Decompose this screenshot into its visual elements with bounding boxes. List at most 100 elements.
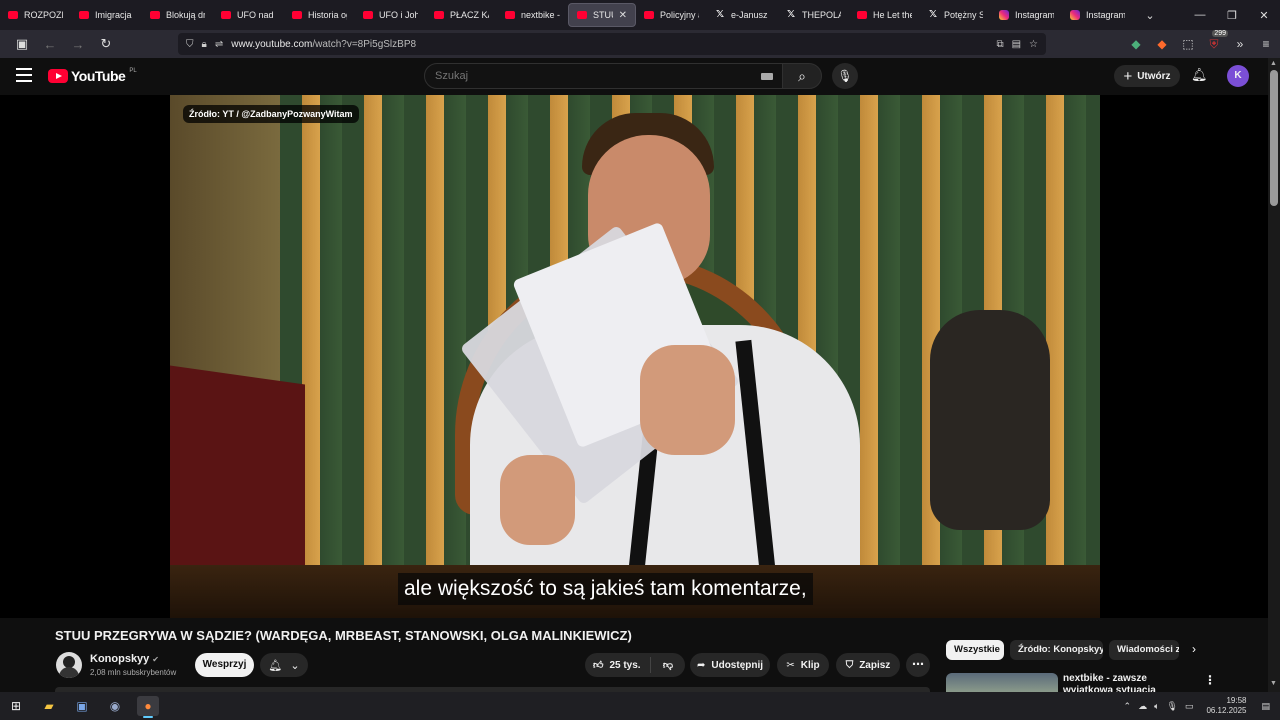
browser-tab[interactable]: 𝕏e-Janusz Ch (707, 0, 778, 30)
browser-tab[interactable]: UFO i John (355, 0, 426, 30)
account-avatar[interactable]: K (1227, 65, 1249, 87)
voice-search-button[interactable]: 🎙︎ (832, 63, 858, 89)
search-box[interactable] (424, 63, 784, 89)
like-dislike-group: 👍︎ 25 tys. 👎︎ (585, 653, 685, 677)
clock-date: 06.12.2025 (1206, 706, 1247, 715)
eagle-statue (930, 310, 1050, 530)
windows-start-icon[interactable]: ⊞ (5, 696, 27, 716)
create-label: Utwórz (1137, 70, 1171, 82)
fox-extension-icon[interactable]: ◆ (1154, 37, 1170, 51)
minimize-icon[interactable]: — (1184, 9, 1216, 21)
firefox-icon[interactable]: ● (137, 696, 159, 718)
microphone-tray-icon[interactable]: 🎙︎ (1166, 701, 1177, 712)
browser-tab[interactable]: PŁACZ KASI (426, 0, 497, 30)
tab-list-chevron-icon[interactable]: ⌄ (1134, 9, 1166, 22)
x-icon: 𝕏 (715, 9, 725, 20)
recommendation-title[interactable]: nextbike - zawsze wyjątkowa sytuacja (1063, 673, 1193, 692)
share-button[interactable]: ➦ Udostępnij (690, 653, 770, 677)
save-button[interactable]: ⛉ Zapisz (836, 653, 900, 677)
menu-icon[interactable] (16, 68, 32, 82)
save-label: Zapisz (859, 659, 891, 671)
logo-text: YouTube (71, 68, 126, 84)
dislike-button[interactable]: 👎︎ (651, 659, 685, 671)
sidebar-toggle-icon[interactable]: ▣ (10, 36, 34, 52)
reader-view-icon[interactable]: ▤ (1012, 39, 1021, 50)
back-icon[interactable]: ← (38, 37, 62, 52)
notifications-center-icon[interactable]: ▤ (1261, 701, 1270, 712)
tab-label: Historia ogl (308, 10, 347, 20)
scrollbar-thumb[interactable] (1270, 70, 1278, 206)
tab-label: UFO nad W (237, 10, 276, 20)
browser-tab[interactable]: Imigracja w (71, 0, 142, 30)
browser-tab[interactable]: Instagram (1062, 0, 1133, 30)
url-bar[interactable]: ⛉ 🔒︎ ⇌ www.youtube.com/watch?v=8Pi5gSlzB… (178, 33, 1046, 55)
video-player[interactable]: Źródło: YT / @ZadbanyPozwanyWitam ale wi… (0, 95, 1268, 618)
share-icon: ➦ (696, 659, 706, 671)
more-actions-button[interactable]: ⋯ (906, 653, 930, 677)
browser-tab[interactable]: Blokują dro (142, 0, 213, 30)
chip-news[interactable]: Wiadomości z (1109, 640, 1179, 660)
ublock-extension-icon[interactable]: ⛨ 299 (1206, 29, 1228, 52)
search-icon: ⌕ (798, 68, 806, 84)
browser-tab[interactable]: Historia ogl (284, 0, 355, 30)
chip-source[interactable]: Źródło: Konopskyy (1010, 640, 1103, 660)
search-input[interactable] (435, 70, 761, 82)
reload-icon[interactable]: ↻ (94, 36, 118, 52)
recommendation-thumbnail[interactable] (946, 673, 1058, 692)
browser-tab[interactable]: ROZPOZNA (0, 0, 71, 30)
overflow-chevron-icon[interactable]: » (1232, 37, 1248, 51)
channel-name[interactable]: Konopskyy ✔ (90, 653, 159, 665)
channel-avatar[interactable] (56, 652, 82, 678)
clock[interactable]: 19:58 06.12.2025 (1206, 696, 1246, 716)
onedrive-icon[interactable]: ☁ (1138, 701, 1147, 712)
picture-in-picture-icon[interactable]: ⧉ (996, 39, 1003, 50)
browser-tab[interactable]: He Let the I (849, 0, 920, 30)
create-button[interactable]: + Utwórz (1114, 65, 1180, 87)
remote-desktop-icon[interactable]: ▣ (71, 696, 93, 716)
browser-tab[interactable]: UFO nad W (213, 0, 284, 30)
clip-button[interactable]: ✂ Klip (777, 653, 829, 677)
file-explorer-icon[interactable]: ▰ (38, 696, 60, 716)
tab-label: Policyjny ag (660, 10, 699, 20)
network-icon[interactable]: ▭ (1185, 701, 1194, 712)
tray-overflow-icon[interactable]: ⌃ (1124, 701, 1132, 712)
support-button[interactable]: Wesprzyj (195, 653, 254, 677)
browser-tab[interactable]: nextbike - z (497, 0, 568, 30)
steam-icon[interactable]: ◉ (104, 696, 126, 716)
notifications-bell-icon[interactable]: 🔔︎ (1191, 67, 1208, 83)
tab-label: e-Janusz Ch (731, 10, 770, 20)
volume-icon[interactable]: 🔈︎ (1154, 701, 1159, 712)
video-frame[interactable]: Źródło: YT / @ZadbanyPozwanyWitam ale wi… (170, 95, 1100, 618)
page-scrollbar[interactable]: ▲ ▼ (1268, 58, 1280, 692)
search-button[interactable]: ⌕ (782, 63, 822, 89)
lock-icon[interactable]: 🔒︎ (202, 39, 207, 50)
browser-tab[interactable]: STUU PR ✕ (568, 3, 636, 27)
browser-tab[interactable]: 𝕏 THEPOLAN (778, 0, 849, 30)
extensions-puzzle-icon[interactable]: ⬚ (1180, 37, 1196, 51)
browser-tab[interactable]: Instagram (991, 0, 1062, 30)
permissions-icon[interactable]: ⇌ (215, 39, 223, 50)
forward-icon[interactable]: → (66, 37, 90, 52)
browser-tab[interactable]: 𝕏 Potężny Set (920, 0, 991, 30)
like-button[interactable]: 👍︎ 25 tys. (585, 657, 651, 673)
browser-tab[interactable]: Policyjny ag (636, 0, 707, 30)
scroll-down-icon[interactable]: ▼ (1270, 680, 1277, 687)
youtube-icon (577, 11, 587, 19)
recommendation-menu-icon[interactable]: ⋮ (1204, 673, 1216, 687)
restore-icon[interactable]: ❐ (1216, 9, 1248, 22)
youtube-logo[interactable]: YouTube PL (48, 68, 137, 84)
vpn-extension-icon[interactable]: ◆ (1128, 37, 1144, 51)
close-window-icon[interactable]: ✕ (1248, 9, 1280, 22)
chip-all[interactable]: Wszystkie (946, 640, 1004, 660)
url-text[interactable]: www.youtube.com/watch?v=8Pi5gSlzBP8 (231, 39, 416, 50)
notification-settings-button[interactable]: 🔔︎ ⌄ (260, 653, 308, 677)
scroll-up-icon[interactable]: ▲ (1270, 60, 1277, 67)
close-tab-icon[interactable]: ✕ (619, 10, 627, 21)
chevron-right-icon[interactable]: › (1192, 642, 1196, 656)
shield-icon[interactable]: ⛉ (186, 39, 194, 50)
youtube-icon (79, 11, 89, 19)
tab-label: He Let the I (873, 10, 912, 20)
bookmark-star-icon[interactable]: ☆ (1029, 39, 1038, 50)
app-menu-icon[interactable]: ≡ (1258, 37, 1274, 51)
keyboard-icon[interactable] (761, 72, 773, 80)
